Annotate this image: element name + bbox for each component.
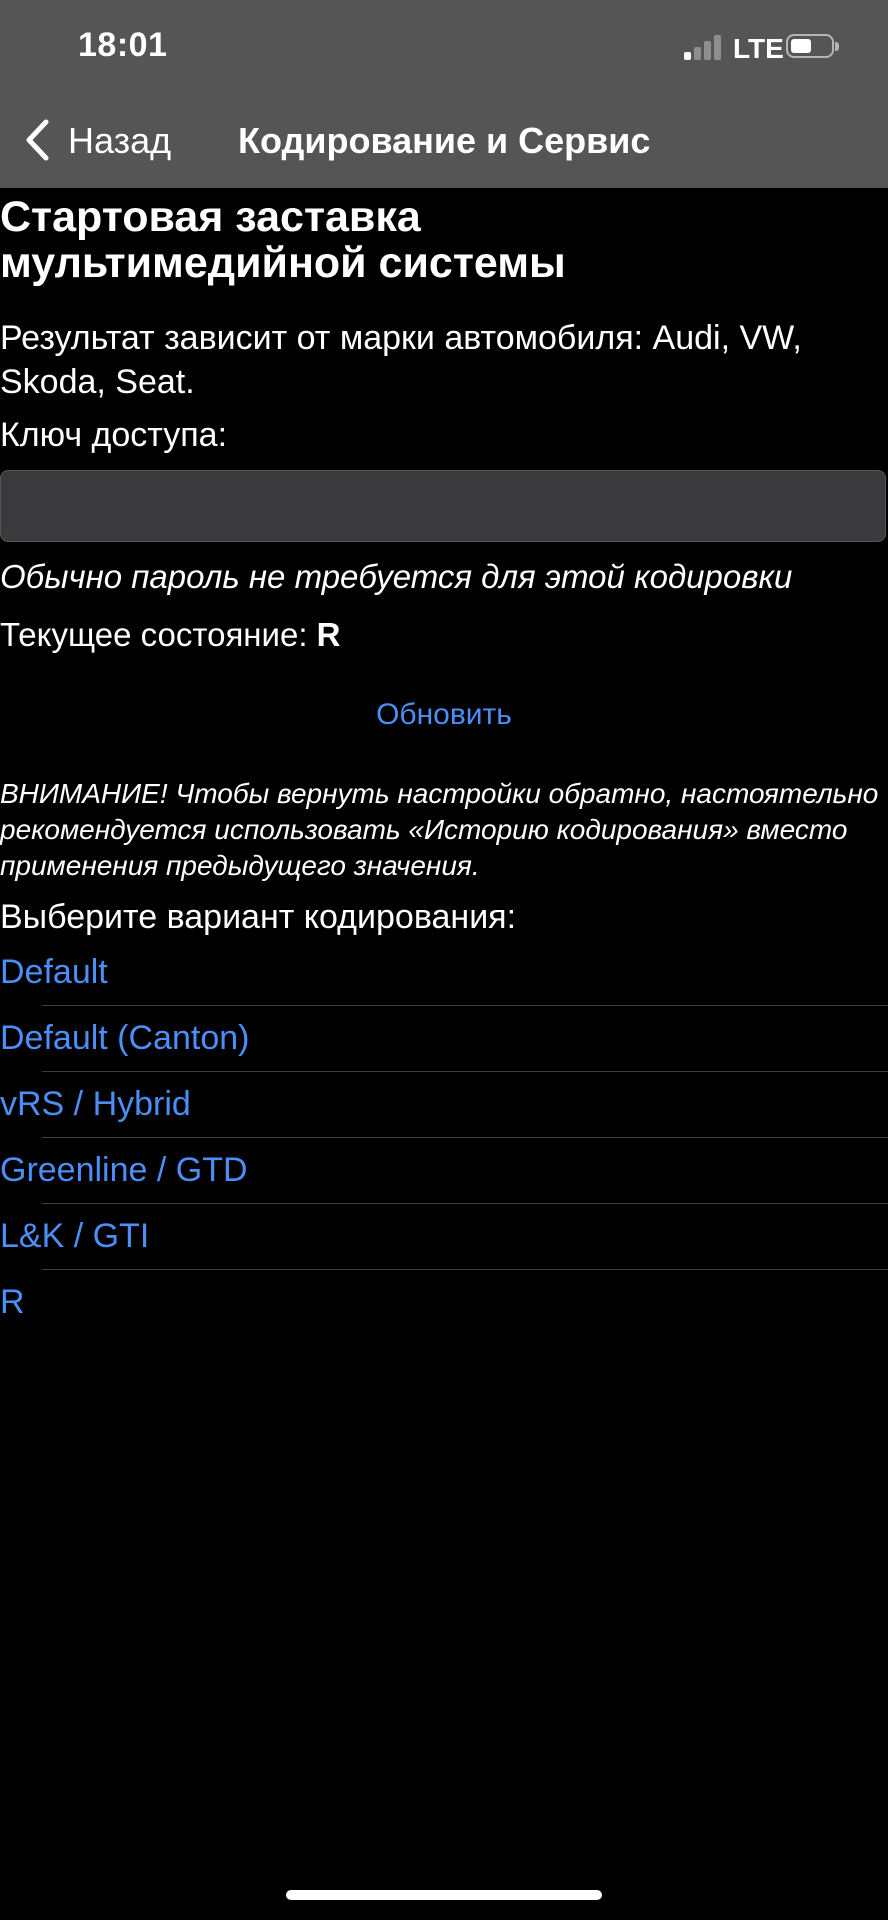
current-state: Текущее состояние: R: [0, 616, 341, 654]
section-description: Результат зависит от марки автомобиля: A…: [0, 319, 802, 401]
navigation-bar: 18:01 LTE Назад Кодирование и Сервис: [0, 0, 888, 188]
password-hint: Обычно пароль не требуется для этой коди…: [0, 558, 793, 595]
refresh-button[interactable]: Обновить: [0, 698, 888, 732]
battery-icon: [786, 34, 839, 58]
coding-option[interactable]: Default (Canton): [0, 1006, 888, 1072]
coding-option[interactable]: vRS / Hybrid: [0, 1072, 888, 1138]
back-button[interactable]: Назад: [68, 120, 171, 162]
warning-text: ВНИМАНИЕ! Чтобы вернуть настройки обратн…: [0, 778, 879, 881]
network-type: LTE: [733, 33, 784, 64]
choose-variant-label: Выберите вариант кодирования:: [0, 898, 517, 936]
home-indicator[interactable]: [286, 1890, 602, 1900]
coding-option[interactable]: L&K / GTI: [0, 1204, 888, 1270]
coding-option[interactable]: R: [0, 1270, 888, 1336]
access-key-label: Ключ доступа:: [0, 416, 228, 454]
section-title: Стартовая заставка мультимедийной систем…: [0, 193, 566, 287]
access-key-input[interactable]: [0, 470, 886, 542]
coding-options-list: Default Default (Canton) vRS / Hybrid Gr…: [0, 940, 888, 1336]
current-state-label: Текущее состояние:: [0, 616, 308, 653]
current-state-value: R: [316, 616, 341, 653]
chevron-left-icon[interactable]: [24, 118, 50, 162]
page-title: Кодирование и Сервис: [238, 120, 651, 161]
coding-option[interactable]: Default: [0, 940, 888, 1006]
signal-icon: [684, 34, 722, 60]
status-time: 18:01: [78, 26, 168, 64]
coding-option[interactable]: Greenline / GTD: [0, 1138, 888, 1204]
